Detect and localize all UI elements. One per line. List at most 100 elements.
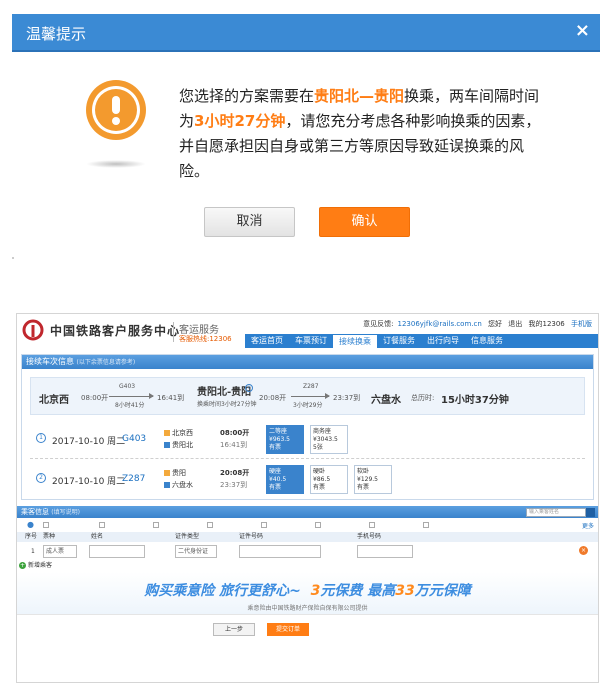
site-name: 中国铁路客户服务中心 [50,324,181,338]
col-name: 姓名 [91,533,104,540]
route-dep1: 08:00开 [81,394,109,402]
panel-hint: (以下余票信息请参考) [76,359,136,366]
train-date-1: 2017-10-10 周二 [52,437,126,447]
hotline: 客服热线:12306 [179,335,232,343]
col-ticket-type: 票种 [43,533,56,540]
route-arrow-2 [291,393,330,399]
panel-title: 接续车次信息 [26,357,74,366]
col-phone: 手机号码 [357,533,382,540]
train-index-1[interactable]: 1 [36,433,46,443]
passenger-hint[interactable]: (填写说明) [51,509,80,516]
plus-icon: + [19,562,26,569]
route-arrow-1 [109,393,154,399]
passenger-checkbox[interactable] [315,522,321,528]
id-type-select[interactable]: 二代身份证 [175,545,217,558]
logout-link[interactable]: 退出 [508,320,522,328]
nav-guide[interactable]: 出行向导 [421,334,465,348]
col-id-number: 证件号码 [239,533,264,540]
confirm-button[interactable]: 确认 [319,207,410,237]
passenger-row: 1 成人票 二代身份证 × [17,542,598,560]
route-train2: Z287 [303,383,319,390]
route-arr1: 16:41到 [157,394,185,402]
seat-option-second-class[interactable]: 二等座 ¥963.5 有票 [266,425,304,454]
dialog-title: 温馨提示 [26,25,87,43]
feedback-email-link[interactable]: 12306yjfk@rails.com.cn [398,320,482,328]
search-icon[interactable] [586,508,595,517]
railway-logo-icon [22,319,44,341]
icon-shadow [86,160,146,168]
header-separator [173,322,174,342]
passenger-search-input[interactable]: 输入乘客姓名 [526,508,586,517]
passenger-checkbox-row: ● 更多 [17,518,598,532]
passenger-checkbox[interactable] [99,522,105,528]
nav-transfer[interactable]: 接续换乘 [333,334,377,348]
train-from-station-2: 贵阳 [164,468,186,478]
my12306-menu[interactable]: 我的12306 [528,320,564,328]
seat-option-hard-seat[interactable]: 硬座 ¥40.5 有票 [266,465,304,494]
route-summary: 北京西 08:00开 G403 8小时41分 16:41到 贵阳北-贵阳 i 换… [30,377,585,415]
msg-text-1: 您选择的方案需要在 [179,87,315,105]
passenger-checkbox[interactable] [207,522,213,528]
warm-tip-dialog: 温馨提示 × 您选择的方案需要在贵阳北—贵阳换乘，两车间隔时间为3小时27分钟，… [12,14,600,256]
train-index-2[interactable]: 2 [36,473,46,483]
screen: 温馨提示 × 您选择的方案需要在贵阳北—贵阳换乘，两车间隔时间为3小时27分钟，… [0,0,611,689]
dialog-header: 温馨提示 × [12,14,600,52]
train-row-1: 1 2017-10-10 周二 G403 北京西 贵阳北 08:00开 16:4… [30,419,585,459]
prev-step-button[interactable]: 上一步 [213,623,255,636]
divider-dot [12,257,14,259]
panel-header: 接续车次信息 (以下余票信息请参考) [22,355,593,369]
booking-page: 中国铁路客户服务中心 客运服务 客服热线:12306 意见反馈: 12306yjf… [16,313,599,683]
user-icon: ● [27,520,34,529]
id-number-input[interactable] [239,545,321,558]
delete-passenger-icon[interactable]: × [579,546,588,555]
more-passengers-link[interactable]: 更多 [582,521,594,530]
nav-info[interactable]: 信息服务 [465,334,509,348]
route-to: 六盘水 [371,395,401,406]
train-arr-time-2: 23:37到 [220,481,248,489]
seat-option-hard-sleeper[interactable]: 硬卧 ¥86.5 有票 [310,465,348,494]
col-id-type: 证件类型 [175,533,200,540]
msg-highlight-station: 贵阳北—贵阳 [314,87,405,105]
add-passenger-link[interactable]: + 新增乘客 [17,560,598,572]
passenger-header: 乘客信息 (填写说明) 输入乘客姓名 [17,506,598,518]
train-to-station-1: 贵阳北 [164,440,193,450]
dialog-message: 您选择的方案需要在贵阳北—贵阳换乘，两车间隔时间为3小时27分钟，请您充分考虑各… [179,84,549,184]
passenger-checkbox[interactable] [423,522,429,528]
nav-ticket-booking[interactable]: 车票预订 [289,334,333,348]
mobile-link[interactable]: 手机版 [571,320,592,328]
passenger-title: 乘客信息 [21,508,49,516]
passenger-table-header: 序号 票种 姓名 证件类型 证件号码 手机号码 [17,532,598,542]
top-links: 意见反馈: 12306yjfk@rails.com.cn 您好 退出 我的1230… [359,319,592,329]
insurance-headline: 购买乘意险 旅行更舒心~ 3元保费 最高33万元保障 [144,583,471,599]
passenger-checkbox[interactable] [261,522,267,528]
close-icon[interactable]: × [575,20,590,41]
main-nav: 客运首页 车票预订 接续换乘 订餐服务 出行向导 信息服务 [245,334,598,348]
passenger-checkbox[interactable] [153,522,159,528]
phone-input[interactable] [357,545,413,558]
route-dur1: 8小时41分 [115,402,145,409]
greeting: 您好 [488,320,503,328]
msg-highlight-time: 3小时27分钟 [194,112,286,130]
route-arr2: 23:37到 [333,394,361,402]
col-index: 序号 [25,533,38,540]
insurance-provider: 乘意险由中国铁路财产保险自保有限公司提供 [247,605,368,612]
route-train1: G403 [119,383,136,390]
train-no-2[interactable]: Z287 [122,474,145,484]
ticket-type-select[interactable]: 成人票 [43,545,77,558]
passenger-checkbox[interactable] [369,522,375,528]
nav-meal[interactable]: 订餐服务 [377,334,421,348]
insurance-banner[interactable]: 购买乘意险 旅行更舒心~ 3元保费 最高33万元保障 乘意险由中国铁路财产保险自… [17,572,598,614]
info-icon[interactable]: i [245,384,253,392]
route-from: 北京西 [39,395,69,406]
train-from-station-1: 北京西 [164,428,193,438]
seat-option-business[interactable]: 商务座 ¥3043.5 5张 [310,425,348,454]
transfer-panel: 接续车次信息 (以下余票信息请参考) 北京西 08:00开 G403 8小时41… [21,354,594,500]
submit-order-button[interactable]: 提交订单 [267,623,309,636]
passenger-checkbox[interactable] [43,522,49,528]
train-no-1[interactable]: G403 [122,434,146,444]
name-input[interactable] [89,545,145,558]
nav-home[interactable]: 客运首页 [245,334,289,348]
train-to-station-2: 六盘水 [164,480,193,490]
seat-option-soft-sleeper[interactable]: 软卧 ¥129.5 有票 [354,465,392,494]
cancel-button[interactable]: 取消 [204,207,295,237]
